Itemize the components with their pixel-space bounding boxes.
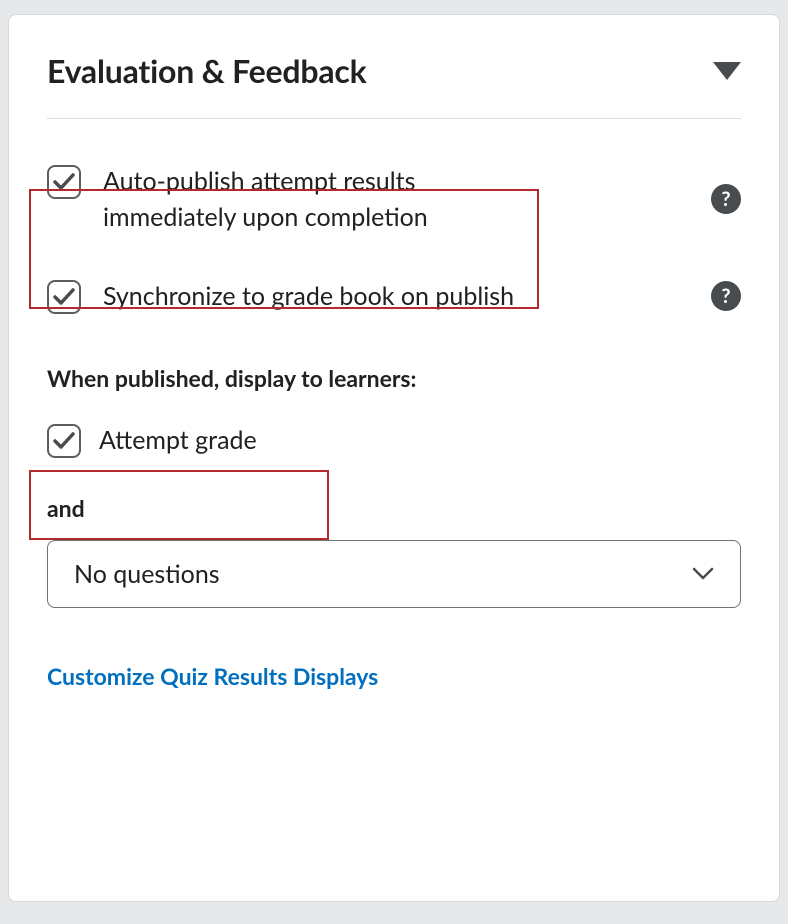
sync-gradebook-label: Synchronize to grade book on publish — [103, 278, 514, 314]
divider — [47, 118, 741, 119]
display-to-learners-heading: When published, display to learners: — [47, 364, 741, 392]
panel-title: Evaluation & Feedback — [47, 51, 367, 90]
panel-header[interactable]: Evaluation & Feedback — [47, 51, 741, 90]
collapse-triangle-icon[interactable] — [713, 62, 741, 80]
sync-gradebook-checkbox[interactable] — [47, 280, 81, 314]
attempt-grade-row: Attempt grade — [47, 422, 741, 458]
and-label: and — [47, 494, 741, 522]
sync-gradebook-help-icon[interactable]: ? — [711, 281, 741, 311]
dropdown-selected-label: No questions — [74, 559, 220, 589]
chevron-down-icon — [692, 567, 714, 581]
attempt-grade-label: Attempt grade — [99, 422, 257, 458]
customize-results-link[interactable]: Customize Quiz Results Displays — [47, 662, 378, 690]
attempt-grade-checkbox[interactable] — [47, 424, 81, 458]
questions-display-dropdown[interactable]: No questions — [47, 540, 741, 608]
auto-publish-row: Auto-publish attempt results immediately… — [47, 163, 741, 236]
auto-publish-help-icon[interactable]: ? — [711, 184, 741, 214]
auto-publish-checkbox[interactable] — [47, 165, 81, 199]
auto-publish-label: Auto-publish attempt results immediately… — [103, 163, 533, 236]
evaluation-feedback-panel: Evaluation & Feedback Auto-publish attem… — [8, 14, 780, 902]
sync-gradebook-row: Synchronize to grade book on publish ? — [47, 278, 741, 314]
